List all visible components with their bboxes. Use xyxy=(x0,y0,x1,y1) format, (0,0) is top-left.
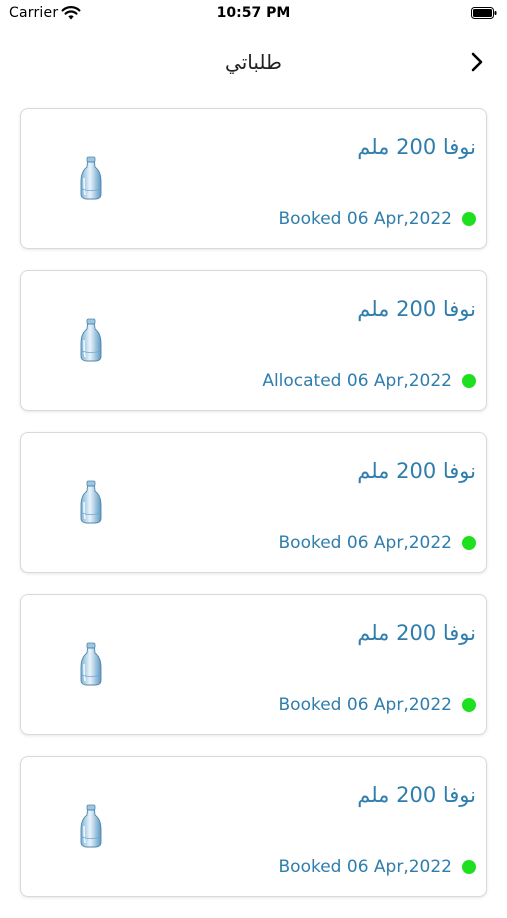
product-name: نوفا 200 ملم xyxy=(357,135,476,159)
chevron-right-icon xyxy=(471,52,483,72)
water-bottle-icon xyxy=(80,642,102,686)
order-status-text: Booked 06 Apr,2022 xyxy=(278,533,452,553)
status-bar: Carrier 10:57 PM xyxy=(0,0,507,30)
product-name: نوفا 200 ملم xyxy=(357,459,476,483)
order-status-text: Booked 06 Apr,2022 xyxy=(278,209,452,229)
status-dot-icon xyxy=(462,212,476,226)
product-name: نوفا 200 ملم xyxy=(357,297,476,321)
order-status-row: Booked 06 Apr,2022 xyxy=(279,209,476,229)
water-bottle-icon xyxy=(80,804,102,848)
status-dot-icon xyxy=(462,536,476,550)
order-status-text: Booked 06 Apr,2022 xyxy=(278,857,452,877)
water-bottle-icon xyxy=(80,156,102,200)
status-dot-icon xyxy=(462,698,476,712)
order-status-row: Booked 06 Apr,2022 xyxy=(279,857,476,877)
back-button[interactable] xyxy=(464,48,490,76)
status-dot-icon xyxy=(462,374,476,388)
orders-list: نوفا 200 ملم Booked 06 Apr,2022 نوفا 200… xyxy=(20,108,487,918)
water-bottle-icon xyxy=(80,318,102,362)
product-name: نوفا 200 ملم xyxy=(357,621,476,645)
order-status-row: Booked 06 Apr,2022 xyxy=(279,533,476,553)
battery-icon xyxy=(471,7,497,19)
order-card[interactable]: نوفا 200 ملم Booked 06 Apr,2022 xyxy=(20,108,487,249)
status-dot-icon xyxy=(462,860,476,874)
order-card[interactable]: نوفا 200 ملم Allocated 06 Apr,2022 xyxy=(20,270,487,411)
clock: 10:57 PM xyxy=(216,5,291,21)
order-card[interactable]: نوفا 200 ملم Booked 06 Apr,2022 xyxy=(20,594,487,735)
navigation-bar: طلباتي xyxy=(0,30,507,96)
order-status-text: Booked 06 Apr,2022 xyxy=(278,695,452,715)
order-status-row: Booked 06 Apr,2022 xyxy=(279,695,476,715)
product-name: نوفا 200 ملم xyxy=(357,783,476,807)
water-bottle-icon xyxy=(80,480,102,524)
order-card[interactable]: نوفا 200 ملم Booked 06 Apr,2022 xyxy=(20,756,487,897)
order-status-row: Allocated 06 Apr,2022 xyxy=(262,371,476,391)
order-status-text: Allocated 06 Apr,2022 xyxy=(262,371,452,391)
order-card[interactable]: نوفا 200 ملم Booked 06 Apr,2022 xyxy=(20,432,487,573)
page-title: طلباتي xyxy=(225,50,282,74)
